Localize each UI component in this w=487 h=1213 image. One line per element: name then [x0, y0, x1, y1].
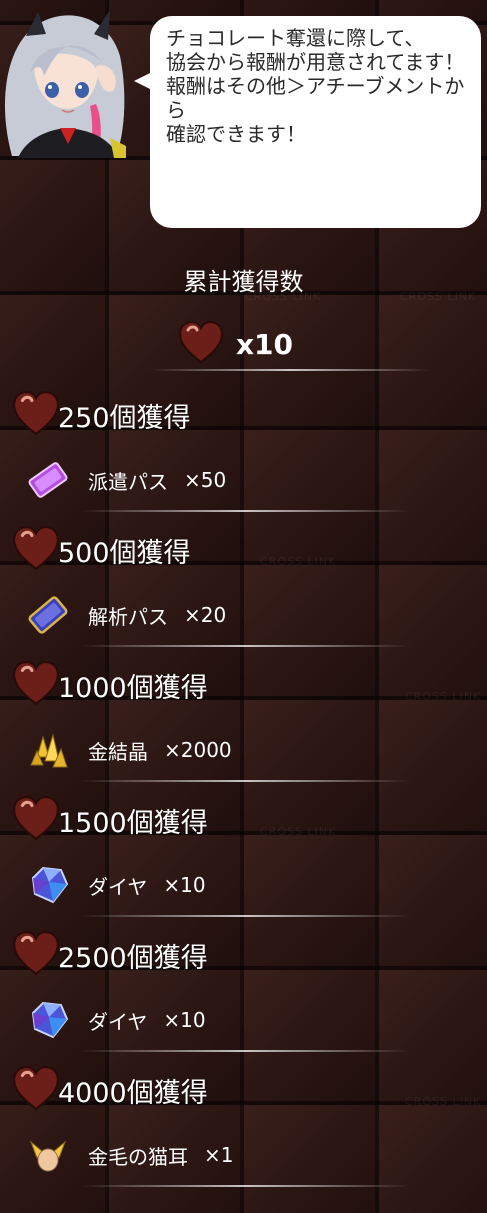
- milestone-row: 500個獲得 解析パス ×20: [0, 519, 487, 654]
- reward-quantity: ×2000: [164, 738, 232, 762]
- reward-quantity: ×10: [163, 1008, 206, 1032]
- reward-quantity: ×20: [184, 603, 227, 627]
- dispatch-pass-icon: [24, 456, 72, 504]
- milestone-row: 4000個獲得 金毛の猫耳 ×1: [0, 1059, 487, 1194]
- milestone-reward: 派遣パス ×50: [24, 456, 226, 504]
- chocolate-heart-icon: [12, 525, 60, 575]
- milestone-reward: ダイヤ ×10: [24, 996, 206, 1044]
- milestone-divider: [80, 780, 410, 782]
- event-header: チョコレート奪還に際して、 協会から報酬が用意されてます！ 報酬はその他＞アチー…: [0, 0, 487, 240]
- milestone-divider: [80, 645, 410, 647]
- chocolate-heart-icon: [178, 320, 224, 368]
- reward-name: 解析パス: [88, 604, 168, 629]
- milestone-title: 4000個獲得: [58, 1077, 208, 1109]
- milestone-row: 2500個獲得 ダイヤ ×10: [0, 924, 487, 1059]
- golden-cat-ears-icon: [24, 1131, 72, 1179]
- total-title: 累計獲得数: [183, 268, 304, 296]
- reward-name: 派遣パス: [88, 469, 168, 494]
- chocolate-heart-icon: [12, 390, 60, 440]
- chocolate-heart-icon: [12, 1065, 60, 1115]
- reward-quantity: ×50: [184, 468, 227, 492]
- reward-quantity: ×1: [204, 1143, 234, 1167]
- milestone-header: 500個獲得: [12, 525, 191, 575]
- reward-name: 金毛の猫耳: [88, 1144, 188, 1169]
- gold-crystal-icon: [24, 726, 72, 774]
- milestone-title: 500個獲得: [58, 537, 191, 569]
- milestone-title: 1500個獲得: [58, 807, 208, 839]
- chocolate-heart-icon: [12, 930, 60, 980]
- diamond-icon: [24, 996, 72, 1044]
- milestone-header: 1000個獲得: [12, 660, 208, 710]
- milestone-header: 250個獲得: [12, 390, 191, 440]
- total-count-row: x10: [178, 320, 294, 368]
- diamond-icon: [24, 861, 72, 909]
- reward-name: ダイヤ: [88, 1009, 148, 1034]
- milestone-title: 250個獲得: [58, 402, 191, 434]
- reward-quantity: ×10: [163, 873, 206, 897]
- milestone-title: 1000個獲得: [58, 672, 208, 704]
- milestone-header: 1500個獲得: [12, 795, 208, 845]
- milestone-reward: 金毛の猫耳 ×1: [24, 1131, 233, 1179]
- reward-name: ダイヤ: [88, 874, 148, 899]
- milestone-header: 2500個獲得: [12, 930, 208, 980]
- milestone-reward: ダイヤ ×10: [24, 861, 206, 909]
- character-portrait: [0, 6, 128, 158]
- milestone-row: 1500個獲得 ダイヤ ×10: [0, 789, 487, 924]
- chocolate-heart-icon: [12, 660, 60, 710]
- milestone-title: 2500個獲得: [58, 942, 208, 974]
- milestone-reward: 解析パス ×20: [24, 591, 226, 639]
- milestone-row: 1000個獲得 金結晶 ×2000: [0, 654, 487, 789]
- total-count: x10: [236, 327, 294, 361]
- analysis-pass-icon: [24, 591, 72, 639]
- milestone-divider: [80, 510, 410, 512]
- milestone-header: 4000個獲得: [12, 1065, 208, 1115]
- reward-name: 金結晶: [88, 739, 148, 764]
- milestone-divider: [80, 915, 410, 917]
- milestone-divider: [80, 1050, 410, 1052]
- chocolate-heart-icon: [12, 795, 60, 845]
- total-divider: [150, 369, 430, 371]
- speech-bubble: チョコレート奪還に際して、 協会から報酬が用意されてます！ 報酬はその他＞アチー…: [150, 16, 481, 228]
- milestone-reward: 金結晶 ×2000: [24, 726, 232, 774]
- milestone-divider: [80, 1185, 410, 1187]
- milestone-row: 250個獲得 派遣パス ×50: [0, 384, 487, 519]
